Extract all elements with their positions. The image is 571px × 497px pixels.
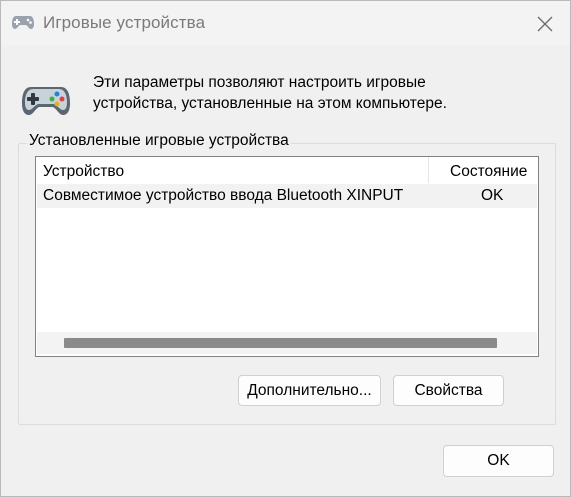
properties-button[interactable]: Свойства [393, 375, 504, 406]
device-status: OK [481, 187, 504, 204]
scrollbar-thumb[interactable] [64, 338, 497, 348]
horizontal-scrollbar[interactable] [37, 332, 537, 354]
column-header-status[interactable]: Состояние [450, 163, 527, 181]
device-name: Совместимое устройство ввода Bluetooth X… [43, 187, 404, 204]
advanced-button[interactable]: Дополнительно... [238, 375, 381, 406]
intro-description: Эти параметры позволяют настроить игровы… [93, 74, 447, 112]
close-icon [537, 16, 553, 32]
close-button[interactable] [531, 10, 559, 38]
gamepad-icon [12, 16, 34, 29]
list-item[interactable]: Совместимое устройство ввода Bluetooth X… [37, 184, 537, 208]
column-separator[interactable] [428, 157, 429, 183]
list-header: Устройство Состояние [36, 157, 538, 184]
devices-list[interactable]: Устройство Состояние Совместимое устройс… [35, 156, 539, 357]
column-header-device[interactable]: Устройство [43, 163, 124, 181]
group-label: Установленные игровые устройства [27, 132, 291, 150]
gamepad-icon [22, 87, 70, 115]
game-controllers-dialog: Игровые устройства Эти параметры позволя… [0, 0, 571, 497]
ok-button[interactable]: OK [443, 445, 554, 477]
title-bar: Игровые устройства [1, 1, 570, 45]
window-title: Игровые устройства [43, 13, 206, 32]
